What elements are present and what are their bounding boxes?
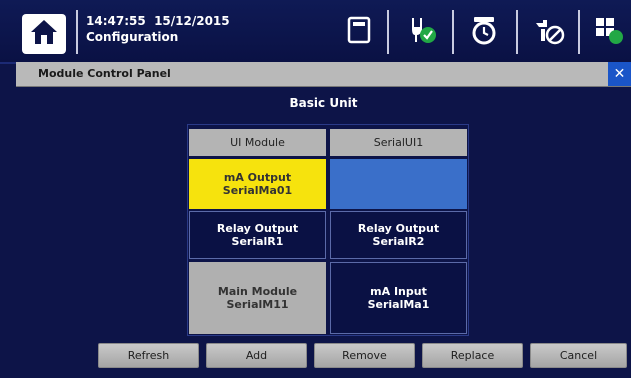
module-serial: SerialMa1 <box>367 298 430 311</box>
module-grid-icon <box>594 15 626 49</box>
module-name: Relay Output <box>357 222 440 235</box>
module-slot-main-module[interactable]: Main Module SerialM11 <box>189 262 326 334</box>
module-slot-relay-output-2[interactable]: Relay Output SerialR2 <box>330 211 467 259</box>
column-header-module: UI Module <box>189 129 326 156</box>
maintenance-button[interactable] <box>530 14 566 50</box>
tools-disabled-icon <box>531 15 565 49</box>
timer-button[interactable] <box>466 14 502 50</box>
add-button[interactable]: Add <box>206 343 307 368</box>
home-icon <box>29 18 59 50</box>
close-button[interactable]: ✕ <box>608 62 631 86</box>
separator <box>387 10 389 54</box>
module-slot-empty[interactable] <box>330 159 467 209</box>
time-text: 14:47:55 <box>86 14 146 28</box>
module-name: mA Input <box>370 285 427 298</box>
screen-name: Configuration <box>86 30 179 44</box>
module-serial: SerialM11 <box>226 298 289 311</box>
separator <box>452 10 454 54</box>
module-name: Main Module <box>217 285 298 298</box>
module-serial: SerialR1 <box>231 235 284 248</box>
memory-card-icon <box>346 16 372 48</box>
dialog-title-bar: Module Control Panel <box>16 62 631 87</box>
module-slot-ma-output[interactable]: mA Output SerialMa01 <box>189 159 326 209</box>
separator <box>76 10 78 54</box>
remove-button[interactable]: Remove <box>314 343 415 368</box>
module-serial: SerialR2 <box>372 235 425 248</box>
refresh-button[interactable]: Refresh <box>98 343 199 368</box>
top-bar: 14:47:55 15/12/2015 Configuration <box>0 0 631 64</box>
separator <box>578 10 580 54</box>
module-slot-relay-output-1[interactable]: Relay Output SerialR1 <box>189 211 326 259</box>
replace-button[interactable]: Replace <box>422 343 523 368</box>
module-serial: SerialMa01 <box>222 184 293 197</box>
cancel-button[interactable]: Cancel <box>530 343 627 368</box>
memory-card-button[interactable] <box>341 14 377 50</box>
module-slot-ma-input[interactable]: mA Input SerialMa1 <box>330 262 467 334</box>
module-name: Relay Output <box>216 222 299 235</box>
module-config-button[interactable] <box>592 14 628 50</box>
date-text: 15/12/2015 <box>154 14 230 28</box>
column-header-serial: SerialUI1 <box>330 129 467 156</box>
clock: 14:47:55 15/12/2015 Configuration <box>86 13 230 45</box>
alarm-clock-icon <box>469 15 499 49</box>
home-button[interactable] <box>22 14 66 54</box>
power-status-button[interactable] <box>403 14 439 50</box>
close-icon: ✕ <box>613 66 626 82</box>
dialog-title: Module Control Panel <box>38 67 171 80</box>
separator <box>516 10 518 54</box>
power-plug-check-icon <box>404 15 438 49</box>
module-name: mA Output <box>223 171 292 184</box>
panel-title: Basic Unit <box>289 96 358 110</box>
